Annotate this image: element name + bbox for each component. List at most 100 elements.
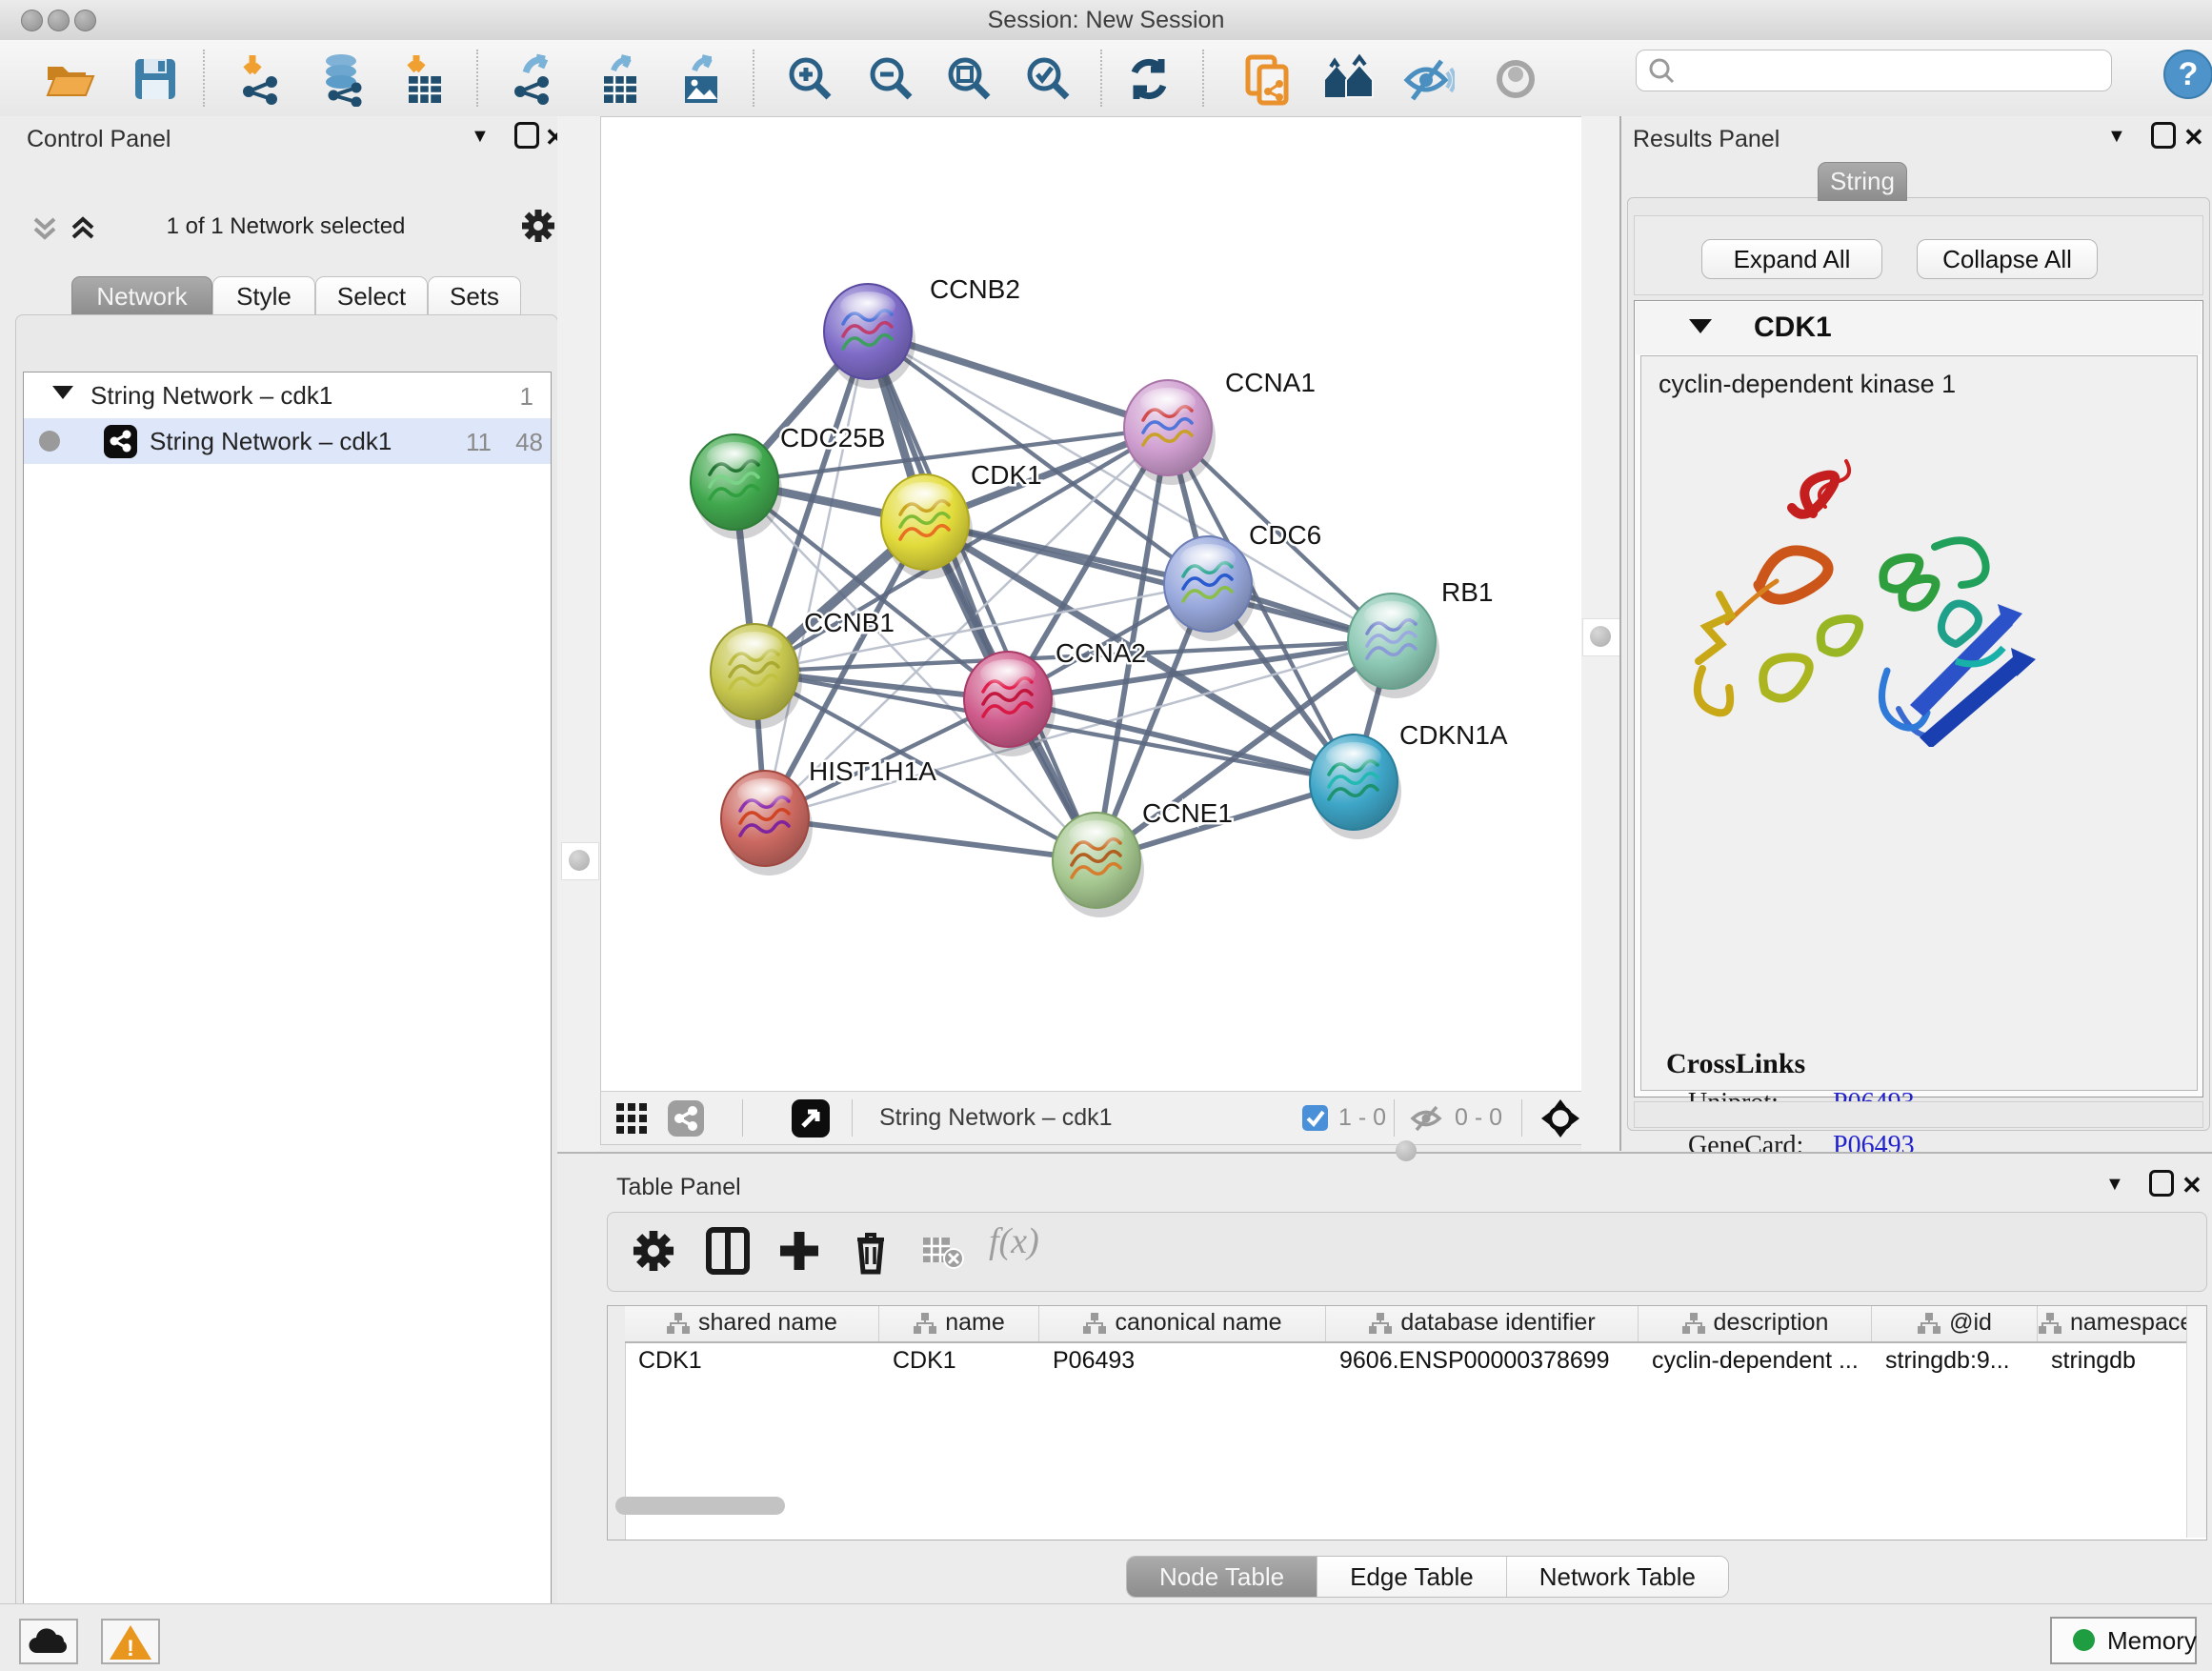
tab-network[interactable]: Network: [71, 276, 212, 316]
tab-select[interactable]: Select: [315, 276, 428, 316]
collapse-all-button[interactable]: Collapse All: [1917, 239, 2098, 279]
column-header--id[interactable]: @id: [1872, 1306, 2038, 1341]
search-field[interactable]: [1636, 50, 2112, 91]
delete-column-icon[interactable]: [846, 1226, 895, 1276]
column-header-database-identifier[interactable]: database identifier: [1326, 1306, 1639, 1341]
network-graph[interactable]: CCNB2CCNA1CDC25BCDK1CDC6RB1CCNB1CCNA2CDK…: [601, 117, 1582, 1092]
tab-edge-table[interactable]: Edge Table: [1317, 1557, 1507, 1597]
memory-button[interactable]: Memory: [2050, 1617, 2197, 1664]
separator: [1521, 1099, 1522, 1137]
column-header-label: database identifier: [1400, 1309, 1595, 1336]
column-header-name[interactable]: name: [879, 1306, 1039, 1341]
network-view-icon[interactable]: [668, 1100, 704, 1141]
table-cell[interactable]: CDK1: [879, 1343, 1039, 1379]
splitter-handle-icon[interactable]: [1582, 618, 1620, 656]
search-input[interactable]: [1682, 54, 2096, 87]
separator: [852, 1099, 853, 1137]
help-icon[interactable]: ?: [2162, 49, 2212, 104]
splitter-handle-icon[interactable]: [561, 842, 599, 880]
fit-content-crosshair-icon[interactable]: [1540, 1098, 1580, 1143]
float-panel-icon[interactable]: ▼: [471, 126, 490, 148]
table-panel-title: Table Panel: [616, 1174, 741, 1201]
maximize-panel-icon[interactable]: [514, 122, 539, 149]
expand-all-button[interactable]: Expand All: [1701, 239, 1882, 279]
node-label-CDC25B: CDC25B: [780, 423, 885, 453]
crosslinks-title: CrossLinks: [1666, 1048, 1805, 1080]
add-column-icon[interactable]: [774, 1226, 824, 1276]
table-options-gear-icon[interactable]: [629, 1226, 678, 1276]
birds-eye-view-icon[interactable]: [792, 1099, 830, 1142]
network-label: String Network – cdk1: [150, 427, 392, 456]
column-header-description[interactable]: description: [1639, 1306, 1872, 1341]
node-label-CCNE1: CCNE1: [1142, 798, 1233, 828]
table-cell[interactable]: cyclin-dependent ...: [1639, 1343, 1872, 1379]
import-network-from-database-icon[interactable]: [316, 51, 372, 107]
expand-all-networks-icon[interactable]: [67, 211, 99, 249]
vertical-scrollbar[interactable]: [2186, 1306, 2206, 1538]
horizontal-scrollbar-thumb[interactable]: [615, 1497, 785, 1515]
zoom-fit-icon[interactable]: [942, 51, 997, 107]
column-header-canonical-name[interactable]: canonical name: [1039, 1306, 1326, 1341]
copy-share-icon[interactable]: [1240, 51, 1296, 107]
results-button-row: Expand All Collapse All: [1634, 215, 2203, 295]
export-image-icon[interactable]: [674, 51, 729, 107]
export-network-icon[interactable]: [507, 51, 562, 107]
string-home-icon[interactable]: [1321, 51, 1377, 107]
close-panel-icon[interactable]: ✕: [2183, 123, 2204, 152]
tab-style[interactable]: Style: [212, 276, 315, 316]
zoom-in-icon[interactable]: [783, 51, 838, 107]
tab-sets[interactable]: Sets: [428, 276, 521, 316]
float-panel-icon[interactable]: ▼: [2107, 126, 2126, 148]
cloud-status-button[interactable]: [19, 1619, 78, 1664]
table-cell[interactable]: stringdb: [2038, 1343, 2186, 1379]
selected-node-edge-count: 1 - 0: [1338, 1104, 1386, 1132]
table-row[interactable]: CDK1CDK1P064939606.ENSP00000378699cyclin…: [625, 1343, 2186, 1379]
table-cell[interactable]: stringdb:9...: [1872, 1343, 2038, 1379]
hide-selected-eye-icon[interactable]: [1399, 51, 1455, 107]
import-network-icon[interactable]: [235, 51, 291, 107]
table-cell[interactable]: CDK1: [625, 1343, 879, 1379]
tab-string[interactable]: String: [1818, 162, 1907, 201]
collection-expander-icon[interactable]: [52, 386, 73, 399]
table-cell[interactable]: 9606.ENSP00000378699: [1326, 1343, 1639, 1379]
maximize-panel-icon[interactable]: [2151, 122, 2176, 149]
results-scrollbar-track[interactable]: [1634, 1101, 2203, 1128]
network-options-gear-icon[interactable]: [518, 206, 558, 251]
column-type-icon: [1917, 1312, 1941, 1335]
section-expander-icon[interactable]: [1689, 319, 1712, 333]
column-header-namespace[interactable]: namespace: [2038, 1306, 2186, 1341]
import-table-icon[interactable]: [397, 51, 452, 107]
selected-checkbox-icon[interactable]: [1302, 1105, 1328, 1136]
network-canvas[interactable]: CCNB2CCNA1CDC25BCDK1CDC6RB1CCNB1CCNA2CDK…: [600, 116, 1583, 1093]
gene-section-header[interactable]: CDK1: [1636, 302, 2201, 354]
close-panel-icon[interactable]: ✕: [2182, 1171, 2202, 1200]
splitter-handle-icon[interactable]: [1396, 1140, 1418, 1163]
float-panel-icon[interactable]: ▼: [2105, 1174, 2124, 1196]
open-session-icon[interactable]: [42, 51, 97, 107]
network-collection-row[interactable]: String Network – cdk1 1: [24, 372, 551, 418]
zoom-selected-icon[interactable]: [1021, 51, 1076, 107]
refresh-icon[interactable]: [1121, 51, 1176, 107]
protein-structure-image: [1670, 423, 2051, 747]
function-builder-icon: f(x): [989, 1220, 1038, 1270]
toolbar-separator: [753, 50, 754, 107]
right-splitter[interactable]: [1581, 116, 1619, 1151]
maximize-panel-icon[interactable]: [2149, 1170, 2174, 1197]
table-cell[interactable]: P06493: [1039, 1343, 1326, 1379]
separator: [742, 1099, 743, 1137]
table-header-row[interactable]: shared namenamecanonical name database id…: [625, 1306, 2186, 1343]
tab-network-table[interactable]: Network Table: [1507, 1557, 1728, 1597]
node-label-HIST1H1A: HIST1H1A: [809, 756, 936, 786]
collapse-all-networks-icon[interactable]: [29, 211, 61, 249]
show-all-eye-icon[interactable]: [1488, 51, 1543, 107]
node-table[interactable]: shared namenamecanonical name database id…: [607, 1305, 2207, 1540]
grid-view-icon[interactable]: [615, 1102, 648, 1139]
zoom-out-icon[interactable]: [864, 51, 919, 107]
show-columns-icon[interactable]: [703, 1226, 753, 1276]
export-table-icon[interactable]: [593, 51, 648, 107]
tab-node-table[interactable]: Node Table: [1127, 1557, 1317, 1597]
network-row-selected[interactable]: String Network – cdk1 11 48: [24, 418, 551, 464]
save-session-icon[interactable]: [128, 51, 183, 107]
column-header-shared-name[interactable]: shared name: [625, 1306, 879, 1341]
warning-status-button[interactable]: !: [101, 1619, 160, 1664]
